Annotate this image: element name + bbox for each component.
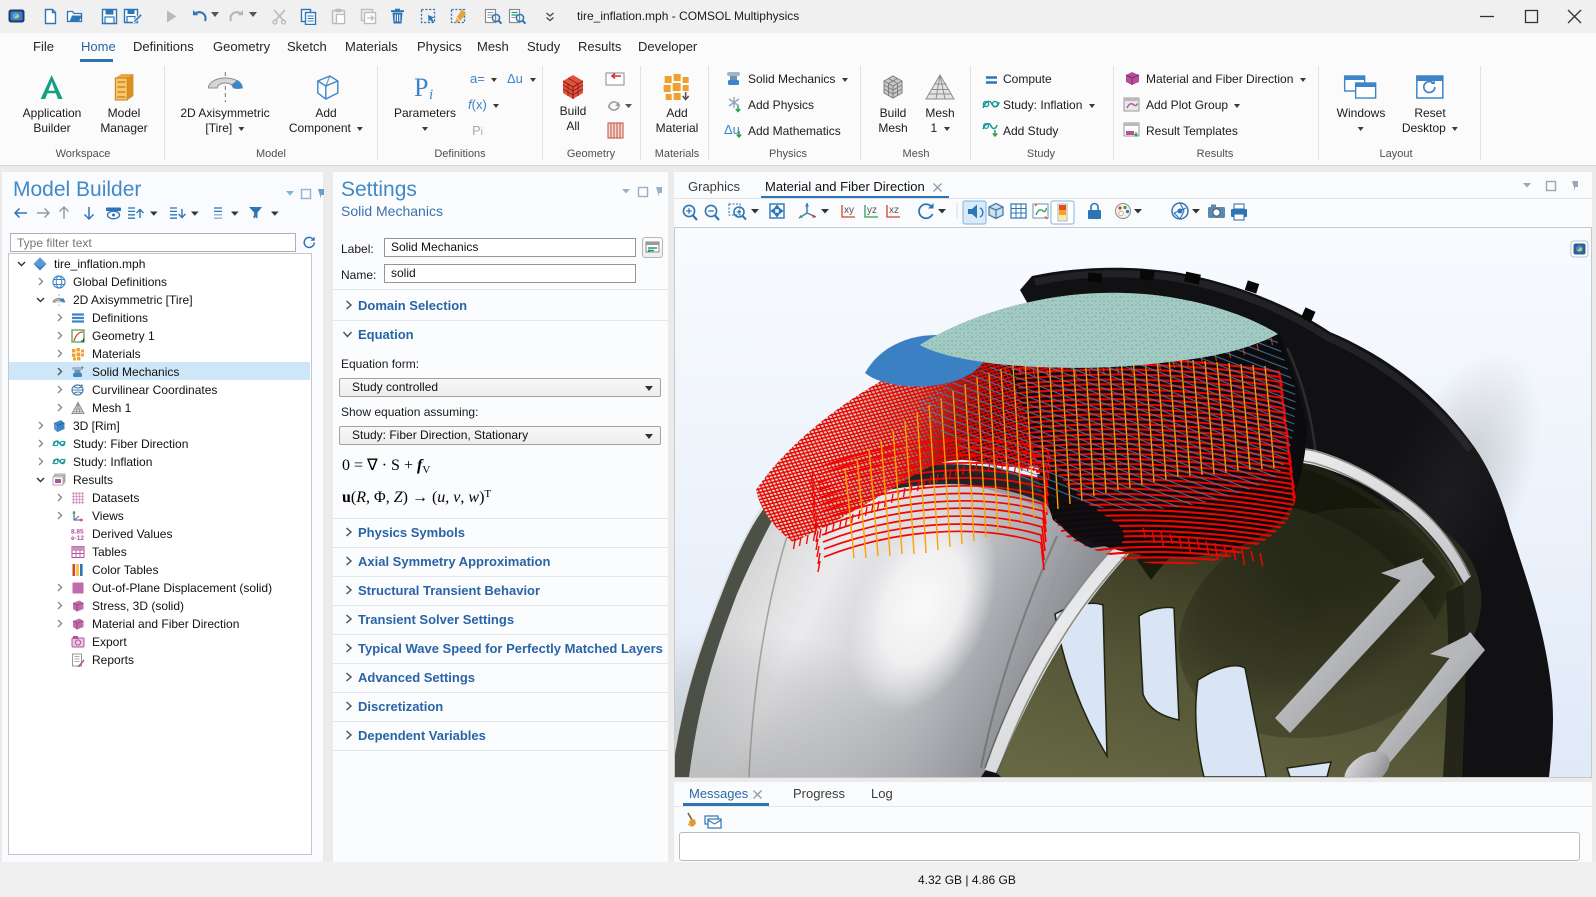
svg-text:*: * xyxy=(81,366,84,373)
svg-text:*: * xyxy=(81,384,84,391)
svg-text:xz: xz xyxy=(889,205,899,216)
svg-text:e-12: e-12 xyxy=(71,535,84,541)
svg-text:P: P xyxy=(414,73,428,102)
svg-text:xy: xy xyxy=(844,205,854,216)
svg-text:i: i xyxy=(429,87,433,102)
svg-text:yz: yz xyxy=(867,205,877,216)
